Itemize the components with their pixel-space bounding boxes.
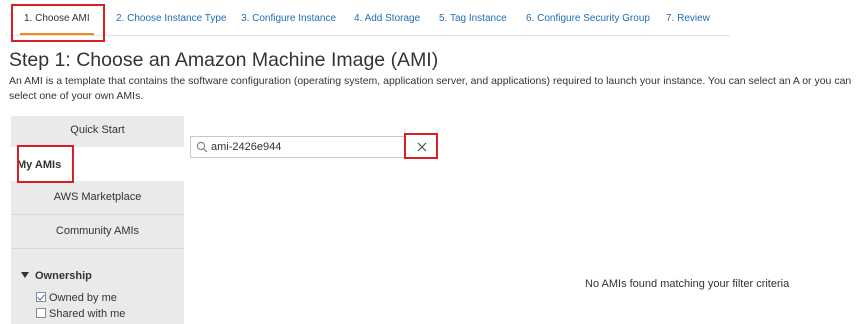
sidebar-item-aws-marketplace[interactable]: AWS Marketplace <box>11 181 184 214</box>
shared-with-me-option[interactable]: Shared with me <box>36 308 125 320</box>
search-input[interactable] <box>211 138 401 156</box>
close-icon <box>417 142 427 152</box>
empty-results-message: No AMIs found matching your filter crite… <box>585 278 790 290</box>
sidebar-item-community-amis[interactable]: Community AMIs <box>11 215 184 248</box>
tab-choose-instance-type[interactable]: 2. Choose Instance Type <box>116 13 226 24</box>
shared-with-me-label: Shared with me <box>49 308 126 320</box>
highlight-box-choose-ami <box>11 4 105 42</box>
shared-with-me-checkbox[interactable] <box>36 308 46 318</box>
tab-review[interactable]: 7. Review <box>666 13 710 24</box>
page-description: An AMI is a template that contains the s… <box>9 75 852 102</box>
ami-search-box <box>190 136 437 158</box>
tab-tag-instance[interactable]: 5. Tag Instance <box>439 13 507 24</box>
sidebar-divider <box>11 248 184 249</box>
caret-down-icon <box>21 272 29 278</box>
tab-configure-security-group[interactable]: 6. Configure Security Group <box>526 13 650 24</box>
owned-by-me-option[interactable]: Owned by me <box>36 292 117 304</box>
highlight-box-my-amis <box>17 145 74 183</box>
owned-by-me-checkbox[interactable] <box>36 292 46 302</box>
ownership-heading: Ownership <box>35 270 92 282</box>
ownership-filter-toggle[interactable]: Ownership <box>21 270 92 282</box>
tab-configure-instance[interactable]: 3. Configure Instance <box>241 13 336 24</box>
tab-add-storage[interactable]: 4. Add Storage <box>354 13 420 24</box>
clear-search-button[interactable] <box>404 133 438 159</box>
owned-by-me-label: Owned by me <box>49 292 117 304</box>
page-title: Step 1: Choose an Amazon Machine Image (… <box>9 49 439 71</box>
wizard-steps: 1. Choose AMI 2. Choose Instance Type 3.… <box>10 8 730 36</box>
sidebar-item-quick-start[interactable]: Quick Start <box>11 116 184 147</box>
search-icon <box>196 141 208 153</box>
